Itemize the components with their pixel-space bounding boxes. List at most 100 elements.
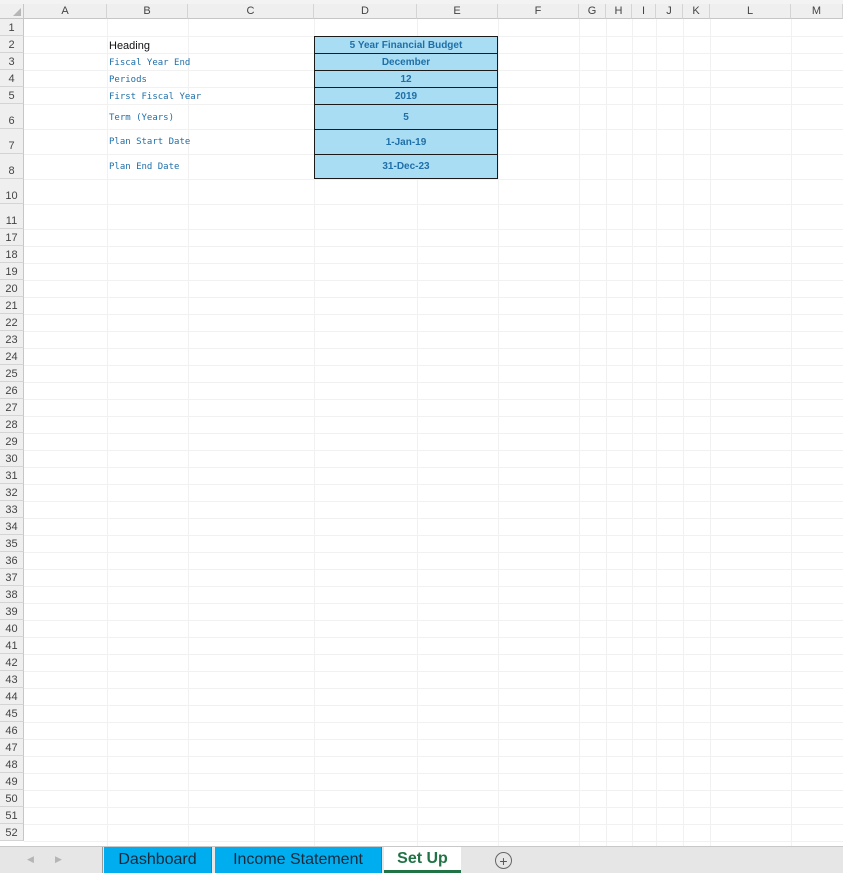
gridline-horizontal: [24, 518, 843, 519]
gridline-horizontal: [24, 841, 843, 842]
column-header-i[interactable]: I: [632, 4, 656, 19]
column-header-k[interactable]: K: [683, 4, 710, 19]
row-header-29[interactable]: 29: [0, 433, 24, 450]
gridline-horizontal: [24, 654, 843, 655]
column-header-m[interactable]: M: [791, 4, 843, 19]
sheet-tab-bar: ◀ ▶ Dashboard Income Statement Set Up +: [0, 846, 843, 873]
value-plan-start-date[interactable]: 1-Jan-19: [314, 130, 498, 155]
row-header-6[interactable]: 6: [0, 104, 24, 129]
row-header-39[interactable]: 39: [0, 603, 24, 620]
row-header-35[interactable]: 35: [0, 535, 24, 552]
column-header-g[interactable]: G: [579, 4, 606, 19]
gridline-horizontal: [24, 204, 843, 205]
value-term-years[interactable]: 5: [314, 105, 498, 130]
row-header-50[interactable]: 50: [0, 790, 24, 807]
tab-set-up-label: Set Up: [397, 849, 448, 867]
column-header-h[interactable]: H: [606, 4, 632, 19]
row-header-42[interactable]: 42: [0, 654, 24, 671]
column-header-d[interactable]: D: [314, 4, 417, 19]
label-periods[interactable]: Periods: [109, 71, 147, 88]
row-header-1[interactable]: 1: [0, 19, 24, 36]
gridline-horizontal: [24, 722, 843, 723]
row-header-17[interactable]: 17: [0, 229, 24, 246]
column-header-j[interactable]: J: [656, 4, 683, 19]
column-header-e[interactable]: E: [417, 4, 498, 19]
row-header-40[interactable]: 40: [0, 620, 24, 637]
row-header-37[interactable]: 37: [0, 569, 24, 586]
row-header-21[interactable]: 21: [0, 297, 24, 314]
row-header-38[interactable]: 38: [0, 586, 24, 603]
row-header-22[interactable]: 22: [0, 314, 24, 331]
select-all-corner[interactable]: [0, 4, 24, 19]
tab-income-statement-label: Income Statement: [233, 851, 363, 868]
gridline-horizontal: [24, 246, 843, 247]
row-header-20[interactable]: 20: [0, 280, 24, 297]
row-header-24[interactable]: 24: [0, 348, 24, 365]
row-header-36[interactable]: 36: [0, 552, 24, 569]
select-all-triangle-icon: [13, 8, 21, 16]
row-header-5[interactable]: 5: [0, 87, 24, 104]
row-header-26[interactable]: 26: [0, 382, 24, 399]
row-header-25[interactable]: 25: [0, 365, 24, 382]
row-header-31[interactable]: 31: [0, 467, 24, 484]
scroll-right-icon[interactable]: ▶: [55, 854, 62, 865]
scroll-left-icon[interactable]: ◀: [27, 854, 34, 865]
label-plan-start-date[interactable]: Plan Start Date: [109, 131, 190, 153]
row-header-19[interactable]: 19: [0, 263, 24, 280]
row-header-18[interactable]: 18: [0, 246, 24, 263]
gridline-horizontal: [24, 467, 843, 468]
label-heading[interactable]: Heading: [109, 37, 150, 54]
value-plan-end-date[interactable]: 31-Dec-23: [314, 155, 498, 179]
row-header-2[interactable]: 2: [0, 36, 24, 53]
tab-dashboard[interactable]: Dashboard: [104, 847, 212, 873]
gridline-horizontal: [24, 280, 843, 281]
add-sheet-icon[interactable]: +: [495, 852, 512, 869]
column-header-l[interactable]: L: [710, 4, 791, 19]
row-header-8[interactable]: 8: [0, 154, 24, 179]
row-header-44[interactable]: 44: [0, 688, 24, 705]
row-header-27[interactable]: 27: [0, 399, 24, 416]
column-header-c[interactable]: C: [188, 4, 314, 19]
gridline-horizontal: [24, 433, 843, 434]
value-fiscal-year-end[interactable]: December: [314, 54, 498, 71]
row-header-23[interactable]: 23: [0, 331, 24, 348]
label-first-fiscal-year[interactable]: First Fiscal Year: [109, 88, 201, 105]
row-header-4[interactable]: 4: [0, 70, 24, 87]
row-header-10[interactable]: 10: [0, 179, 24, 204]
row-header-48[interactable]: 48: [0, 756, 24, 773]
row-header-52[interactable]: 52: [0, 824, 24, 841]
tab-set-up[interactable]: Set Up: [384, 847, 461, 873]
row-header-43[interactable]: 43: [0, 671, 24, 688]
row-header-47[interactable]: 47: [0, 739, 24, 756]
row-header-11[interactable]: 11: [0, 204, 24, 229]
gridline-horizontal: [24, 790, 843, 791]
label-fiscal-year-end[interactable]: Fiscal Year End: [109, 54, 190, 71]
tab-income-statement[interactable]: Income Statement: [215, 847, 382, 873]
gridline-horizontal: [24, 416, 843, 417]
gridline-horizontal: [24, 450, 843, 451]
row-header-41[interactable]: 41: [0, 637, 24, 654]
row-header-46[interactable]: 46: [0, 722, 24, 739]
row-header-7[interactable]: 7: [0, 129, 24, 154]
column-header-a[interactable]: A: [24, 4, 107, 19]
column-header-f[interactable]: F: [498, 4, 579, 19]
value-heading[interactable]: 5 Year Financial Budget: [314, 36, 498, 54]
gridline-horizontal: [24, 552, 843, 553]
row-header-28[interactable]: 28: [0, 416, 24, 433]
row-header-32[interactable]: 32: [0, 484, 24, 501]
gridline-horizontal: [24, 263, 843, 264]
row-header-45[interactable]: 45: [0, 705, 24, 722]
row-header-3[interactable]: 3: [0, 53, 24, 70]
row-header-30[interactable]: 30: [0, 450, 24, 467]
value-periods[interactable]: 12: [314, 71, 498, 88]
row-header-51[interactable]: 51: [0, 807, 24, 824]
spreadsheet-grid[interactable]: A B C D E F G H I J K L M 1 2 3 4 5 6 7 …: [0, 0, 843, 846]
tab-separator: [102, 847, 103, 873]
column-header-b[interactable]: B: [107, 4, 188, 19]
value-first-fiscal-year[interactable]: 2019: [314, 88, 498, 105]
row-header-34[interactable]: 34: [0, 518, 24, 535]
row-header-49[interactable]: 49: [0, 773, 24, 790]
row-header-33[interactable]: 33: [0, 501, 24, 518]
label-plan-end-date[interactable]: Plan End Date: [109, 156, 179, 178]
label-term-years[interactable]: Term (Years): [109, 107, 174, 129]
